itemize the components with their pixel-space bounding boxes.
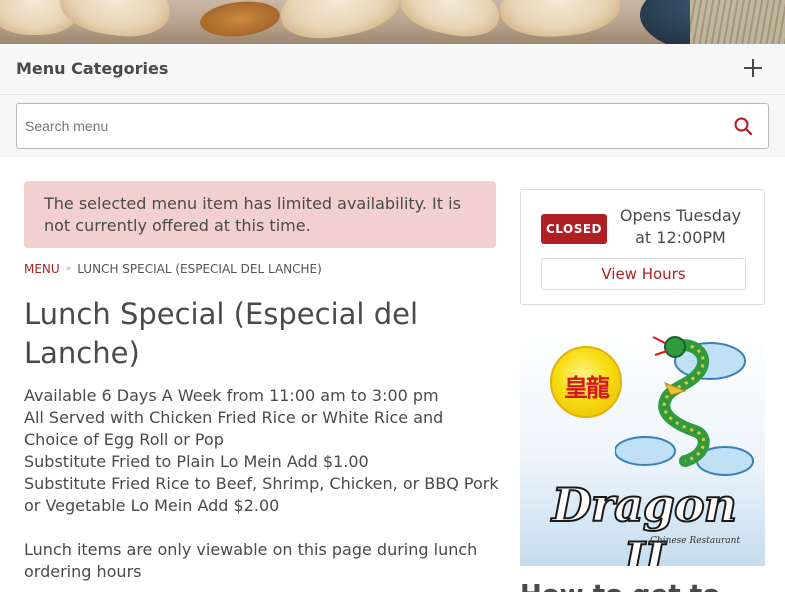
logo-emblem: 皇龍 (550, 346, 622, 418)
dumpling-shape (275, 0, 405, 44)
restaurant-status-card: CLOSED Opens Tuesday at 12:00PM View Hou… (520, 189, 765, 305)
search-icon[interactable] (734, 117, 752, 135)
page-title: Lunch Special (Especial del Lanche) (24, 297, 419, 370)
description-line: Substitute Fried to Plain Lo Mein Add $1… (24, 452, 369, 471)
menu-categories-title: Menu Categories (16, 59, 169, 78)
hero-banner-image (0, 0, 785, 44)
dumpling-shape (198, 0, 282, 41)
bamboo-mat-shape (690, 0, 785, 44)
description-line: Substitute Fried Rice to Beef, Shrimp, C… (24, 474, 499, 515)
dumpling-shape (498, 0, 622, 41)
search-box (16, 103, 769, 149)
logo-subtitle: Chinese Restaurant (650, 536, 741, 546)
description-line: Available 6 Days A Week from 11:00 am to… (24, 386, 439, 405)
status-badge: CLOSED (541, 214, 607, 244)
dragon-icon (615, 336, 754, 476)
breadcrumb: MENU » LUNCH SPECIAL (ESPECIAL DEL LANCHE) (24, 262, 322, 276)
breadcrumb-menu-link[interactable]: MENU (24, 262, 60, 276)
logo-chinese-text: 皇龍 (564, 374, 610, 402)
breadcrumb-separator: » (65, 264, 72, 274)
logo-brand-text: Dragon II (551, 477, 738, 566)
description-note: Lunch items are only viewable on this pa… (24, 540, 478, 581)
restaurant-logo: 皇龍 Dragon II Chinese Restaurant (520, 326, 765, 566)
view-hours-button[interactable]: View Hours (541, 258, 746, 290)
opens-text: Opens Tuesday at 12:00PM (619, 206, 742, 247)
plus-icon[interactable] (743, 58, 763, 78)
menu-categories-bar[interactable]: Menu Categories (0, 44, 785, 95)
directions-heading: How to get to (520, 580, 720, 592)
breadcrumb-current: LUNCH SPECIAL (ESPECIAL DEL LANCHE) (77, 262, 322, 276)
search-section (0, 95, 785, 157)
dumpling-shape (395, 0, 505, 44)
description-line: All Served with Chicken Fried Rice or Wh… (24, 408, 444, 449)
availability-alert: The selected menu item has limited avail… (24, 181, 496, 248)
item-description: Available 6 Days A Week from 11:00 am to… (24, 385, 499, 583)
dumpling-shape (56, 0, 174, 43)
search-input[interactable] (25, 104, 705, 148)
